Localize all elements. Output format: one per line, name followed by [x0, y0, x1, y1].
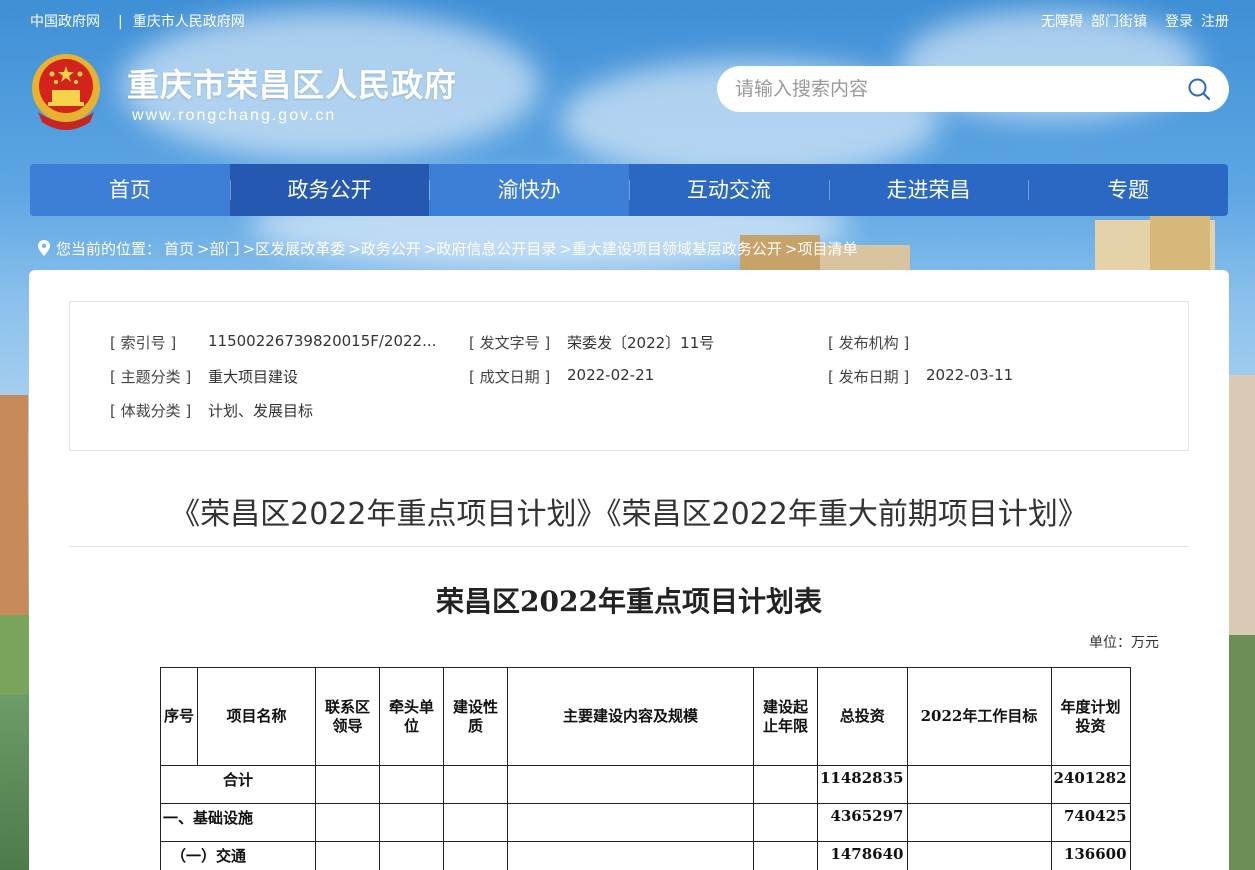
link-register[interactable]: 注册: [1201, 14, 1229, 30]
document-title: 《荣昌区2022年重点项目计划》《荣昌区2022年重大前期项目计划》: [170, 497, 1088, 532]
table-title: 荣昌区2022年重点项目计划表: [436, 585, 822, 618]
row-total: 4365297: [817, 803, 908, 842]
search-icon[interactable]: [1187, 77, 1211, 101]
breadcrumb-info-catalog[interactable]: >政府信息公开目录: [424, 240, 557, 258]
row-label: （一）交通: [160, 841, 316, 870]
row-annual: 2401282: [1050, 765, 1131, 804]
main-nav: 首页 政务公开 渝快办 互动交流 走进荣昌 专题: [30, 164, 1228, 216]
link-accessibility[interactable]: 无障碍: [1041, 14, 1083, 30]
project-plan-table: 序号 项目名称 联系区领导 牵头单位 建设性质 主要建设内容及规模 建设起止年限…: [160, 667, 1131, 870]
row-total: 1478640: [817, 841, 908, 870]
link-login[interactable]: 登录: [1165, 14, 1193, 30]
breadcrumb-project-list[interactable]: >项目清单: [785, 240, 858, 258]
site-title: 重庆市荣昌区人民政府: [127, 66, 458, 104]
national-emblem-icon: [32, 54, 100, 130]
row-label: 合计: [160, 765, 316, 804]
th-lead-unit: 牵头单位: [379, 667, 444, 766]
search-box: [717, 66, 1229, 112]
th-annual-investment: 年度计划投资: [1050, 667, 1131, 766]
meta-published-label: [ 发布日期 ]: [828, 368, 910, 386]
table-row: 合计 11482835 2401282: [160, 765, 1131, 804]
row-annual: 136600: [1050, 841, 1131, 870]
nav-item-interaction[interactable]: 互动交流: [629, 164, 829, 216]
meta-issuer-label: [ 发布机构 ]: [828, 334, 910, 352]
document-meta: [ 索引号 ] 11500226739820015F/2022... [ 发文字号…: [69, 301, 1189, 451]
separator: |: [118, 14, 123, 30]
th-project-name: 项目名称: [197, 667, 316, 766]
meta-genre-label: [ 体裁分类 ]: [110, 402, 192, 420]
table-header-row: 序号 项目名称 联系区领导 牵头单位 建设性质 主要建设内容及规模 建设起止年限…: [160, 667, 1131, 766]
table-row: 一、基础设施 4365297 740425: [160, 803, 1131, 842]
meta-published-value: 2022-03-11: [926, 366, 1014, 384]
breadcrumb-major-projects[interactable]: >重大建设项目领域基层政务公开: [559, 240, 782, 258]
th-2022-target: 2022年工作目标: [906, 667, 1052, 766]
nav-item-gov-affairs[interactable]: 政务公开: [229, 164, 430, 216]
link-departments[interactable]: 部门街镇: [1091, 14, 1147, 30]
th-total-investment: 总投资: [817, 667, 908, 766]
unit-label: 单位：万元: [1089, 635, 1159, 651]
meta-topic-value: 重大项目建设: [208, 368, 299, 386]
th-district-leader: 联系区领导: [315, 667, 380, 766]
th-content-scale: 主要建设内容及规模: [507, 667, 754, 766]
link-cq-gov[interactable]: 重庆市人民政府网: [133, 14, 245, 30]
top-bar: 中国政府网 | 重庆市人民政府网 无障碍 部门街镇 登录 注册: [0, 0, 1255, 40]
meta-topic-label: [ 主题分类 ]: [110, 368, 192, 386]
meta-index-value: 11500226739820015F/2022...: [208, 332, 437, 350]
breadcrumb-departments[interactable]: >部门: [197, 240, 240, 258]
meta-created-label: [ 成文日期 ]: [469, 368, 551, 386]
nav-item-topics[interactable]: 专题: [1028, 164, 1228, 216]
search-input[interactable]: [735, 76, 1175, 102]
th-nature: 建设性质: [443, 667, 508, 766]
breadcrumb-drc[interactable]: >区发展改革委: [243, 240, 346, 258]
breadcrumb: 您当前的位置： 首页 >部门 >区发展改革委 >政务公开 >政府信息公开目录 >重大建设项目…: [38, 238, 861, 259]
breadcrumb-prefix: 您当前的位置：: [56, 240, 162, 258]
breadcrumb-home[interactable]: 首页: [164, 240, 194, 258]
content-panel: [ 索引号 ] 11500226739820015F/2022... [ 发文字号…: [29, 270, 1229, 870]
nav-item-about-rongchang[interactable]: 走进荣昌: [828, 164, 1029, 216]
title-divider: [69, 546, 1189, 547]
link-gov-cn[interactable]: 中国政府网: [30, 14, 100, 30]
breadcrumb-gov-affairs[interactable]: >政务公开: [348, 240, 421, 258]
meta-created-value: 2022-02-21: [567, 366, 655, 384]
th-seq: 序号: [160, 667, 198, 766]
nav-item-home[interactable]: 首页: [30, 164, 230, 216]
meta-genre-value: 计划、发展目标: [208, 402, 314, 420]
row-label: 一、基础设施: [160, 803, 316, 842]
nav-item-yukuaiban[interactable]: 渝快办: [429, 164, 630, 216]
row-total: 11482835: [817, 765, 908, 804]
meta-doc-no-label: [ 发文字号 ]: [469, 334, 551, 352]
table-row: （一）交通 1478640 136600: [160, 841, 1131, 870]
meta-index-label: [ 索引号 ]: [110, 334, 177, 352]
meta-doc-no-value: 荣委发〔2022〕11号: [567, 334, 715, 352]
th-period: 建设起止年限: [753, 667, 818, 766]
row-annual: 740425: [1050, 803, 1131, 842]
site-url: www.rongchang.gov.cn: [132, 107, 337, 124]
location-pin-icon: [38, 240, 50, 256]
